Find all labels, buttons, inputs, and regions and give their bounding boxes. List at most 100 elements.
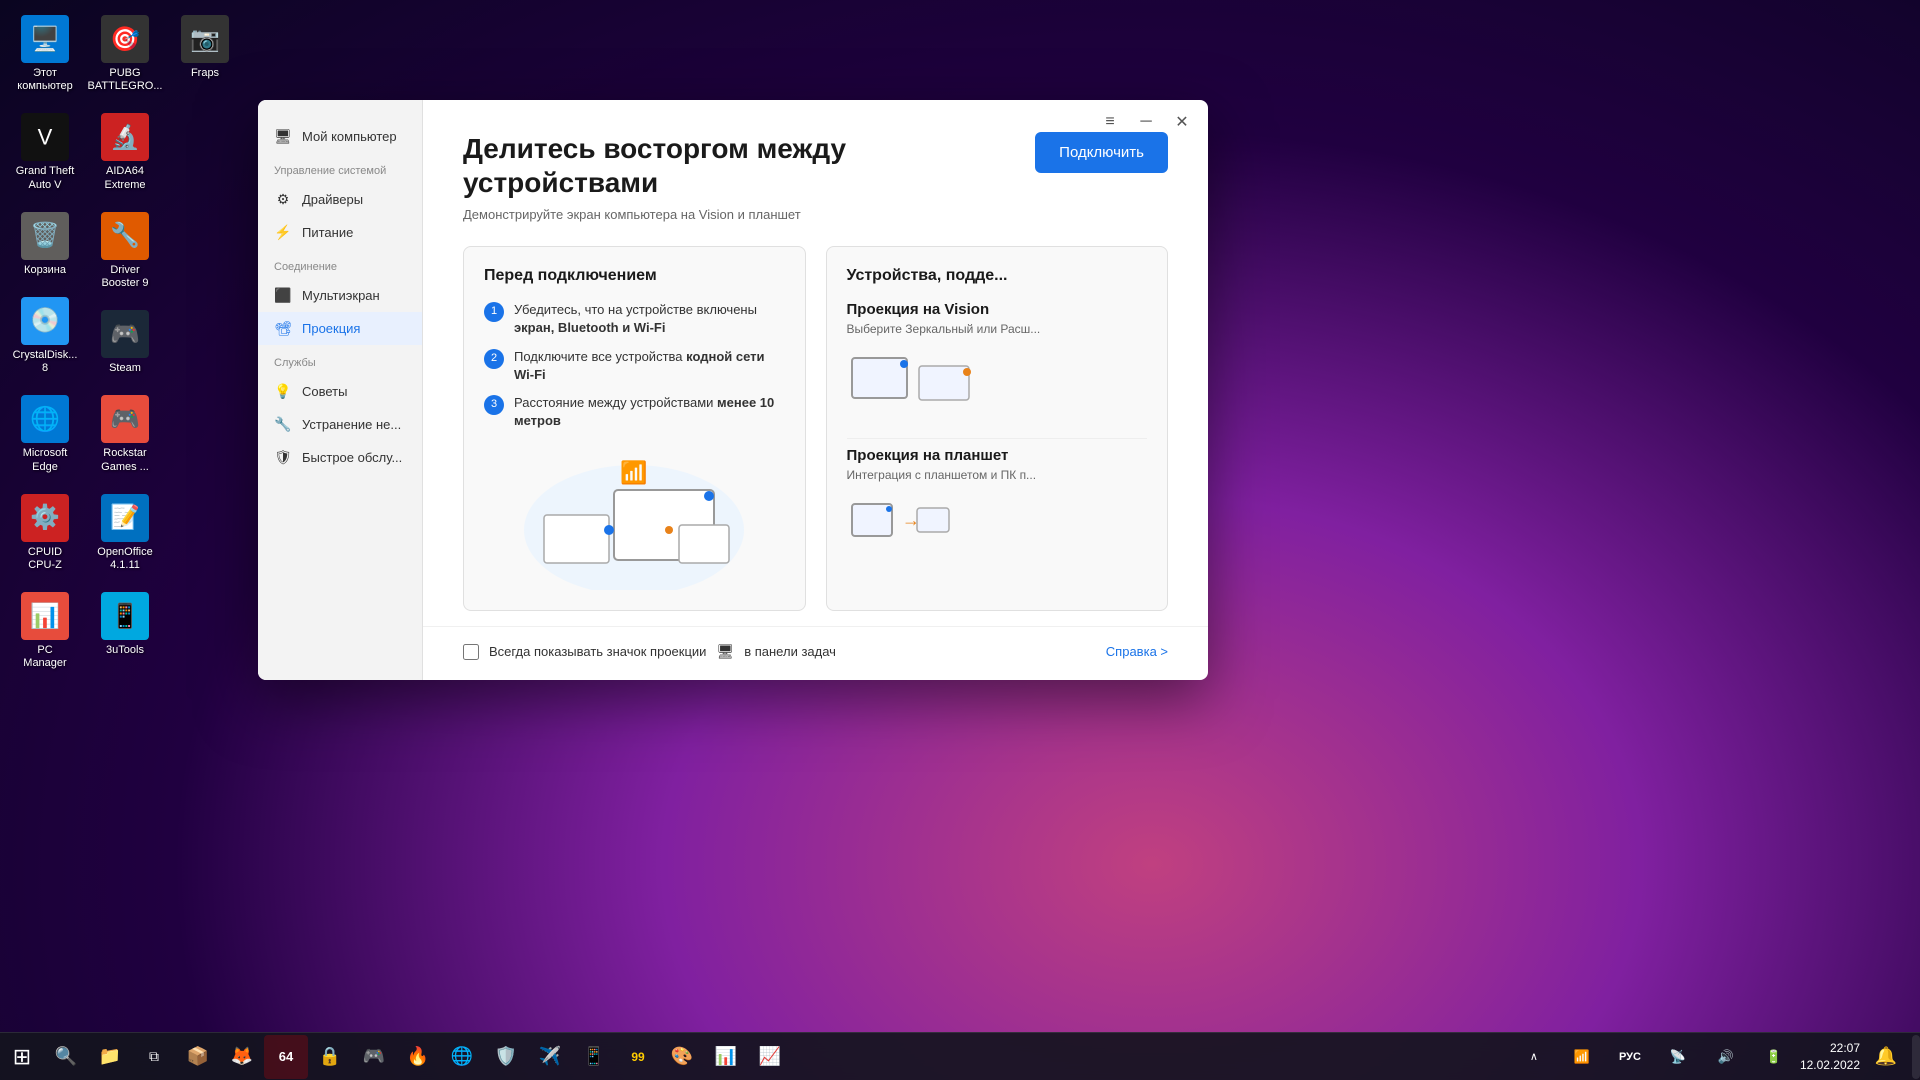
taskbar-fire[interactable]: 🔥	[396, 1035, 440, 1079]
desktop-icon-rockstar[interactable]: 🎮 RockstarGames ...	[90, 390, 160, 478]
3utools-icon: 📱	[101, 592, 149, 640]
taskbar-clock[interactable]: 22:07 12.02.2022	[1800, 1040, 1860, 1074]
sidebar-item-my-computer[interactable]: 🖥 Мой компьютер	[258, 120, 422, 153]
step-3-text: Расстояние между устройствами менее 10 м…	[514, 394, 785, 430]
notification-btn[interactable]: 🔔	[1864, 1035, 1908, 1079]
step-1-num: 1	[484, 302, 504, 322]
devices-card: Устройства, подде... Проекция на Vision …	[826, 246, 1169, 611]
recycle-label: Корзина	[24, 264, 66, 277]
projection-icon-symbol: 🖥	[716, 643, 734, 660]
desktop-icon-fraps[interactable]: 📷 Fraps	[170, 10, 240, 85]
minimize-button[interactable]: ─	[1136, 112, 1156, 132]
sidebar-item-tips[interactable]: 💡 Советы	[258, 375, 422, 408]
desktop-icon-crystaldisk[interactable]: 💿 CrystalDisk...8	[10, 292, 80, 380]
close-button[interactable]: ✕	[1172, 112, 1192, 132]
desktop-icon-recycle[interactable]: 🗑️ Корзина	[10, 207, 80, 282]
troubleshoot-icon: 🔧	[274, 416, 292, 433]
page-header: Делитесь восторгом между устройствами По…	[463, 132, 1168, 199]
desktop-icon-openoffice[interactable]: 📝 OpenOffice4.1.11	[90, 489, 160, 577]
pcmanager-label: PC Manager	[15, 644, 75, 670]
sidebar-troubleshoot-label: Устранение не...	[302, 417, 401, 432]
gta-icon: V	[21, 113, 69, 161]
sidebar-projection-label: Проекция	[302, 321, 360, 336]
before-connect-title: Перед подключением	[484, 267, 785, 285]
desktop-icon-gta[interactable]: V Grand TheftAuto V	[10, 108, 80, 196]
show-icon-checkbox[interactable]	[463, 644, 479, 660]
sidebar-item-multiscreen[interactable]: ⬛ Мультиэкран	[258, 279, 422, 312]
tray-volume[interactable]: 🔊	[1704, 1035, 1748, 1079]
cpuid-icon: ⚙️	[21, 494, 69, 542]
taskbar-hwinfo[interactable]: 99	[616, 1035, 660, 1079]
sidebar-tips-label: Советы	[302, 384, 347, 399]
taskbar-excel[interactable]: 📊	[704, 1035, 748, 1079]
rockstar-label: RockstarGames ...	[101, 447, 149, 473]
rockstar-icon: 🎮	[101, 395, 149, 443]
projection-illustration: 📶	[484, 430, 785, 590]
sidebar-quickservice-label: Быстрое обслу...	[302, 450, 402, 465]
taskbar-shield[interactable]: 🛡️	[484, 1035, 528, 1079]
step-1-text: Убедитесь, что на устройстве включены эк…	[514, 301, 785, 337]
help-link[interactable]: Справка >	[1106, 644, 1168, 659]
sidebar-multiscreen-label: Мультиэкран	[302, 288, 380, 303]
taskbar-chart[interactable]: 📈	[748, 1035, 792, 1079]
cards-row: Перед подключением 1 Убедитесь, что на у…	[463, 246, 1168, 611]
devices-title: Устройства, подде...	[847, 267, 1148, 285]
taskbar-telegram[interactable]: ✈️	[528, 1035, 572, 1079]
tray-wifi[interactable]: 📡	[1656, 1035, 1700, 1079]
menu-button[interactable]: ≡	[1100, 112, 1120, 132]
sidebar-my-computer-label: Мой компьютер	[302, 129, 397, 144]
step-2-text: Подключите все устройства кодной сети Wi…	[514, 348, 785, 384]
desktop-icon-cpuid[interactable]: ⚙️ CPUID CPU-Z	[10, 489, 80, 577]
desktop-icon-aida64[interactable]: 🔬 AIDA64Extreme	[90, 108, 160, 196]
step-2: 2 Подключите все устройства кодной сети …	[484, 348, 785, 384]
tray-expand[interactable]: ∧	[1512, 1035, 1556, 1079]
edge-label: MicrosoftEdge	[23, 447, 68, 473]
taskbar-store[interactable]: 📦	[176, 1035, 220, 1079]
tray-network[interactable]: 📶	[1560, 1035, 1604, 1079]
crystaldisk-icon: 💿	[21, 297, 69, 345]
desktop-icon-3utools[interactable]: 📱 3uTools	[90, 587, 160, 662]
crystaldisk-label: CrystalDisk...8	[13, 349, 78, 375]
desktop-icon-this-pc[interactable]: 🖥️ Этоткомпьютер	[10, 10, 80, 98]
desktop-icon-edge[interactable]: 🌐 MicrosoftEdge	[10, 390, 80, 478]
sidebar-power-label: Питание	[302, 225, 353, 240]
steam-label: Steam	[109, 362, 141, 375]
start-button[interactable]: ⊞	[0, 1035, 44, 1079]
steam-icon: 🎮	[101, 310, 149, 358]
sidebar-item-quickservice[interactable]: 🛡 Быстрое обслу...	[258, 441, 422, 474]
desktop-icon-driverbooster[interactable]: 🔧 DriverBooster 9	[90, 207, 160, 295]
task-view-button[interactable]: ⧉	[132, 1035, 176, 1079]
sidebar-item-projection[interactable]: 📽 Проекция	[258, 312, 422, 345]
taskbar-lock[interactable]: 🔒	[308, 1035, 352, 1079]
file-explorer-button[interactable]: 📁	[88, 1035, 132, 1079]
sidebar-section-system: Управление системой	[258, 153, 422, 183]
fraps-label: Fraps	[191, 67, 219, 80]
taskbar-whatsapp[interactable]: 📱	[572, 1035, 616, 1079]
sidebar-item-power[interactable]: ⚡ Питание	[258, 216, 422, 249]
taskbar-aida64-tb[interactable]: 64	[264, 1035, 308, 1079]
search-button[interactable]: 🔍	[44, 1035, 88, 1079]
desktop-icon-area: 🖥️ Этоткомпьютер V Grand TheftAuto V 🗑️ …	[0, 0, 160, 720]
desktop-icon-steam[interactable]: 🎮 Steam	[90, 305, 160, 380]
language-btn[interactable]: РУС	[1608, 1035, 1652, 1079]
taskbar-steam-tb[interactable]: 🎮	[352, 1035, 396, 1079]
sidebar-item-drivers[interactable]: ⚙ Драйверы	[258, 183, 422, 216]
step-1: 1 Убедитесь, что на устройстве включены …	[484, 301, 785, 337]
taskbar-browser[interactable]: 🌐	[440, 1035, 484, 1079]
desktop-icon-pcmanager[interactable]: 📊 PC Manager	[10, 587, 80, 675]
step-3: 3 Расстояние между устройствами менее 10…	[484, 394, 785, 430]
drivers-icon: ⚙	[274, 191, 292, 208]
window-controls: ≡ ─ ✕	[1100, 112, 1192, 132]
illustration-svg: 📶	[494, 450, 774, 590]
taskbar-yandex[interactable]: 🦊	[220, 1035, 264, 1079]
tray-battery[interactable]: 🔋	[1752, 1035, 1796, 1079]
clock-date: 12.02.2022	[1800, 1057, 1860, 1074]
desktop-icon-pubg[interactable]: 🎯 PUBGBATTLEGRO...	[90, 10, 160, 98]
page-subtitle: Демонстрируйте экран компьютера на Visio…	[463, 207, 1168, 222]
taskbar-photoshop[interactable]: 🎨	[660, 1035, 704, 1079]
show-desktop-btn[interactable]	[1912, 1035, 1920, 1079]
sidebar-drivers-label: Драйверы	[302, 192, 363, 207]
sidebar-item-troubleshoot[interactable]: 🔧 Устранение не...	[258, 408, 422, 441]
connect-button[interactable]: Подключить	[1035, 132, 1168, 173]
before-connect-card: Перед подключением 1 Убедитесь, что на у…	[463, 246, 806, 611]
